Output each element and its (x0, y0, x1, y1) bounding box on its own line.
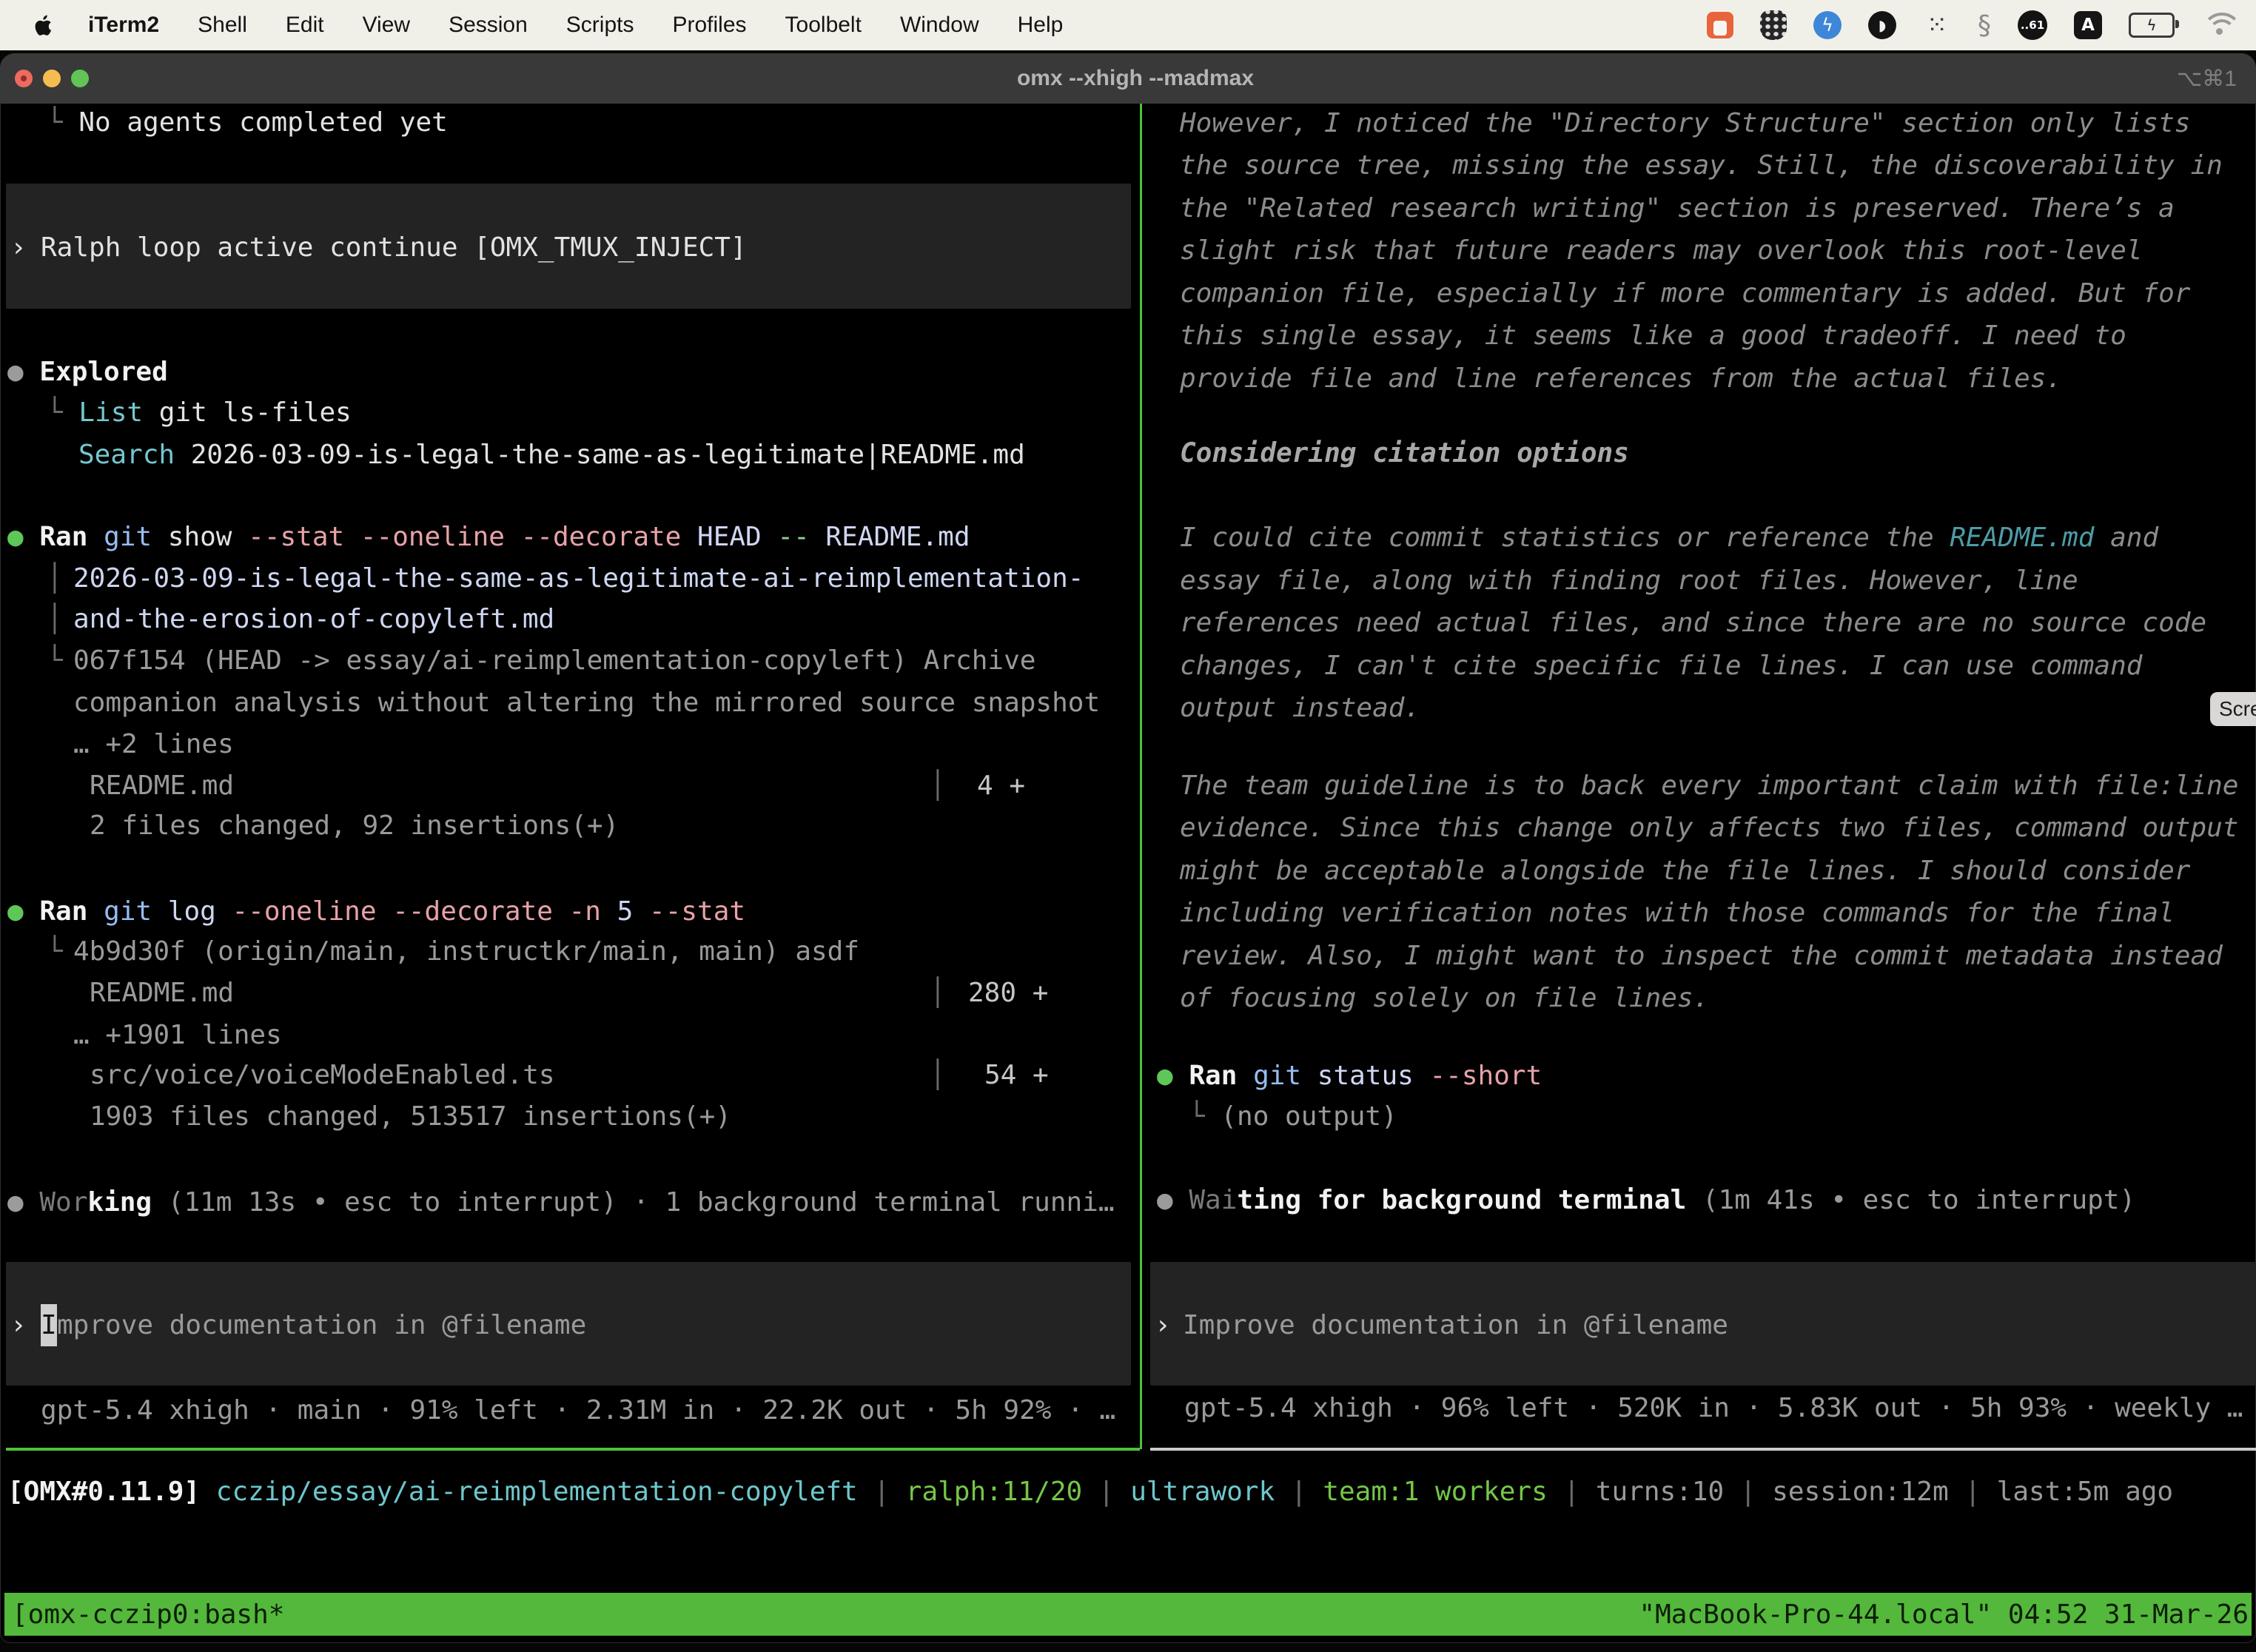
terminal-row: └ No agents completed yet (47, 101, 448, 144)
terminal-row: ● Waiting for background terminal (1m 41… (1157, 1179, 2135, 1221)
terminal-row: └4b9d30f (origin/main, instructkr/main, … (73, 930, 859, 973)
terminal-row: Search 2026-03-09-is-legal-the-same-as-l… (78, 434, 1025, 476)
app-grid-icon[interactable]: ⁙ (1923, 11, 1951, 39)
menu-item-toolbelt[interactable]: Toolbelt (785, 13, 862, 38)
terminal-row: [OMX#0.11.9] cczip/essay/ai-reimplementa… (7, 1471, 2173, 1513)
terminal-row: gpt-5.4 xhigh · main · 91% left · 2.31M … (41, 1389, 1115, 1431)
terminal-row: ● Ran git show --stat --oneline --decora… (7, 516, 970, 558)
terminal-row: │and-the-erosion-of-copyleft.md (73, 598, 554, 640)
terminal-row: ›Ralph loop active continue [OMX_TMUX_IN… (10, 226, 27, 269)
terminal-row: review. Also, I might want to inspect th… (1180, 935, 2223, 977)
terminal-row: references need actual files, and since … (1180, 602, 2206, 644)
terminal-row: companion file, especially if more comme… (1180, 272, 2190, 315)
terminal-row: The team guideline is to back every impo… (1180, 765, 2238, 807)
terminal-row: ● Explored (7, 351, 168, 393)
passcode-keypad-icon[interactable] (1760, 10, 1787, 40)
terminal-row: changes, I can't cite specific file line… (1180, 645, 2142, 687)
tmux-status-bar: [omx-cczip0:bash* "MacBook-Pro-44.local"… (4, 1593, 2252, 1636)
wifi-icon[interactable] (2201, 11, 2237, 39)
menu-item-edit[interactable]: Edit (286, 13, 324, 38)
countdown-timer-icon[interactable]: ..61 (2018, 10, 2047, 40)
terminal-row: README.md│4 + (90, 765, 234, 807)
terminal-row: Considering citation options (1180, 432, 1629, 474)
menu-item-session[interactable]: Session (449, 13, 528, 38)
menu-item-profiles[interactable]: Profiles (672, 13, 746, 38)
terminal-row: provide file and line references from th… (1180, 357, 2062, 400)
sync-status-icon[interactable]: ϟ (1813, 11, 1842, 39)
menu-item-iterm2[interactable]: iTerm2 (88, 13, 159, 38)
terminal-row: the "Related research writing" section i… (1180, 187, 2175, 229)
terminal-row: slight risk that future readers may over… (1180, 229, 2142, 272)
terminal-row: … +1901 lines (73, 1014, 282, 1056)
terminal-row: src/voice/voiceModeEnabled.ts│54 + (90, 1054, 555, 1096)
terminal-row: output instead. (1180, 687, 1420, 729)
terminal-row: └ List git ls-files (47, 392, 352, 434)
tmux-host-clock: "MacBook-Pro-44.local" 04:52 31-Mar-26 (1639, 1599, 2249, 1630)
terminal-row: ›Improve documentation in @filename (1155, 1304, 1171, 1346)
close-button[interactable] (15, 70, 33, 87)
terminal-row: essay file, along with finding root file… (1180, 560, 2078, 602)
pie-menu-icon[interactable]: ◗ (1868, 11, 1896, 39)
screen-indicator-label: Scre (2219, 697, 2256, 721)
terminal-row: README.md│280 + (90, 972, 234, 1014)
left-pane-border (6, 1448, 1140, 1451)
screen-indicator-popover[interactable]: Scre (2210, 692, 2256, 726)
pane-divider[interactable] (1140, 104, 1142, 1449)
menu-bar: iTerm2 Shell Edit View Session Scripts P… (0, 0, 2256, 50)
window-shortcut-badge: ⌥⌘1 (2004, 66, 2256, 92)
terminal-row: companion analysis without altering the … (73, 682, 1100, 724)
screen-recording-icon[interactable] (1707, 12, 1733, 38)
terminal-row: ● Ran git status --short (1157, 1055, 1542, 1097)
terminal-row: might be acceptable alongside the file l… (1180, 850, 2190, 892)
window-title-bar: omx --xhigh --madmax ⌥⌘1 (0, 53, 2256, 104)
terminal-row: 1903 files changed, 513517 insertions(+) (90, 1095, 731, 1138)
terminal-row: … +2 lines (73, 723, 234, 765)
menu-item-help[interactable]: Help (1018, 13, 1064, 38)
terminal-row: the source tree, missing the essay. Stil… (1180, 144, 2223, 187)
terminal-row: I could cite commit statistics or refere… (1180, 517, 2158, 559)
battery-icon[interactable]: ϟ (2129, 13, 2175, 38)
menu-item-shell[interactable]: Shell (198, 13, 247, 38)
terminal-row: 2 files changed, 92 insertions(+) (90, 805, 619, 847)
terminal-row: │2026-03-09-is-legal-the-same-as-legitim… (73, 557, 1084, 600)
minimize-button[interactable] (43, 70, 61, 87)
menu-item-window[interactable]: Window (900, 13, 979, 38)
menu-item-scripts[interactable]: Scripts (566, 13, 634, 38)
terminal-row: └ (no output) (1189, 1095, 1397, 1138)
posture-icon[interactable]: § (1978, 10, 1991, 41)
right-pane-border (1150, 1448, 2256, 1451)
menu-item-view[interactable]: View (363, 13, 410, 38)
terminal-row: ● Ran git log --oneline --decorate -n 5 … (7, 890, 745, 933)
terminal-row: ● Working (11m 13s • esc to interrupt) ·… (7, 1181, 1115, 1223)
window-title: omx --xhigh --madmax (266, 66, 2004, 91)
zoom-button[interactable] (71, 70, 89, 87)
terminal-row: └067f154 (HEAD -> essay/ai-reimplementat… (73, 639, 1035, 682)
terminal-row: gpt-5.4 xhigh · 96% left · 520K in · 5.8… (1184, 1387, 2243, 1429)
input-source-icon[interactable]: A (2074, 11, 2102, 39)
menu-status-icons: ϟ ◗ ⁙ § ..61 A ϟ (1707, 10, 2237, 41)
terminal-row: this single essay, it seems like a good … (1180, 315, 2126, 357)
terminal-row: However, I noticed the "Directory Struct… (1180, 102, 2190, 144)
apple-icon[interactable] (33, 14, 53, 37)
terminal-row: evidence. Since this change only affects… (1180, 807, 2238, 849)
terminal-row: of focusing solely on file lines. (1180, 977, 1709, 1019)
tmux-window-label[interactable]: [omx-cczip0:bash* (12, 1599, 284, 1630)
terminal-row: including verification notes with those … (1180, 892, 2175, 934)
terminal-row: ›Improve documentation in @filename (10, 1304, 27, 1346)
